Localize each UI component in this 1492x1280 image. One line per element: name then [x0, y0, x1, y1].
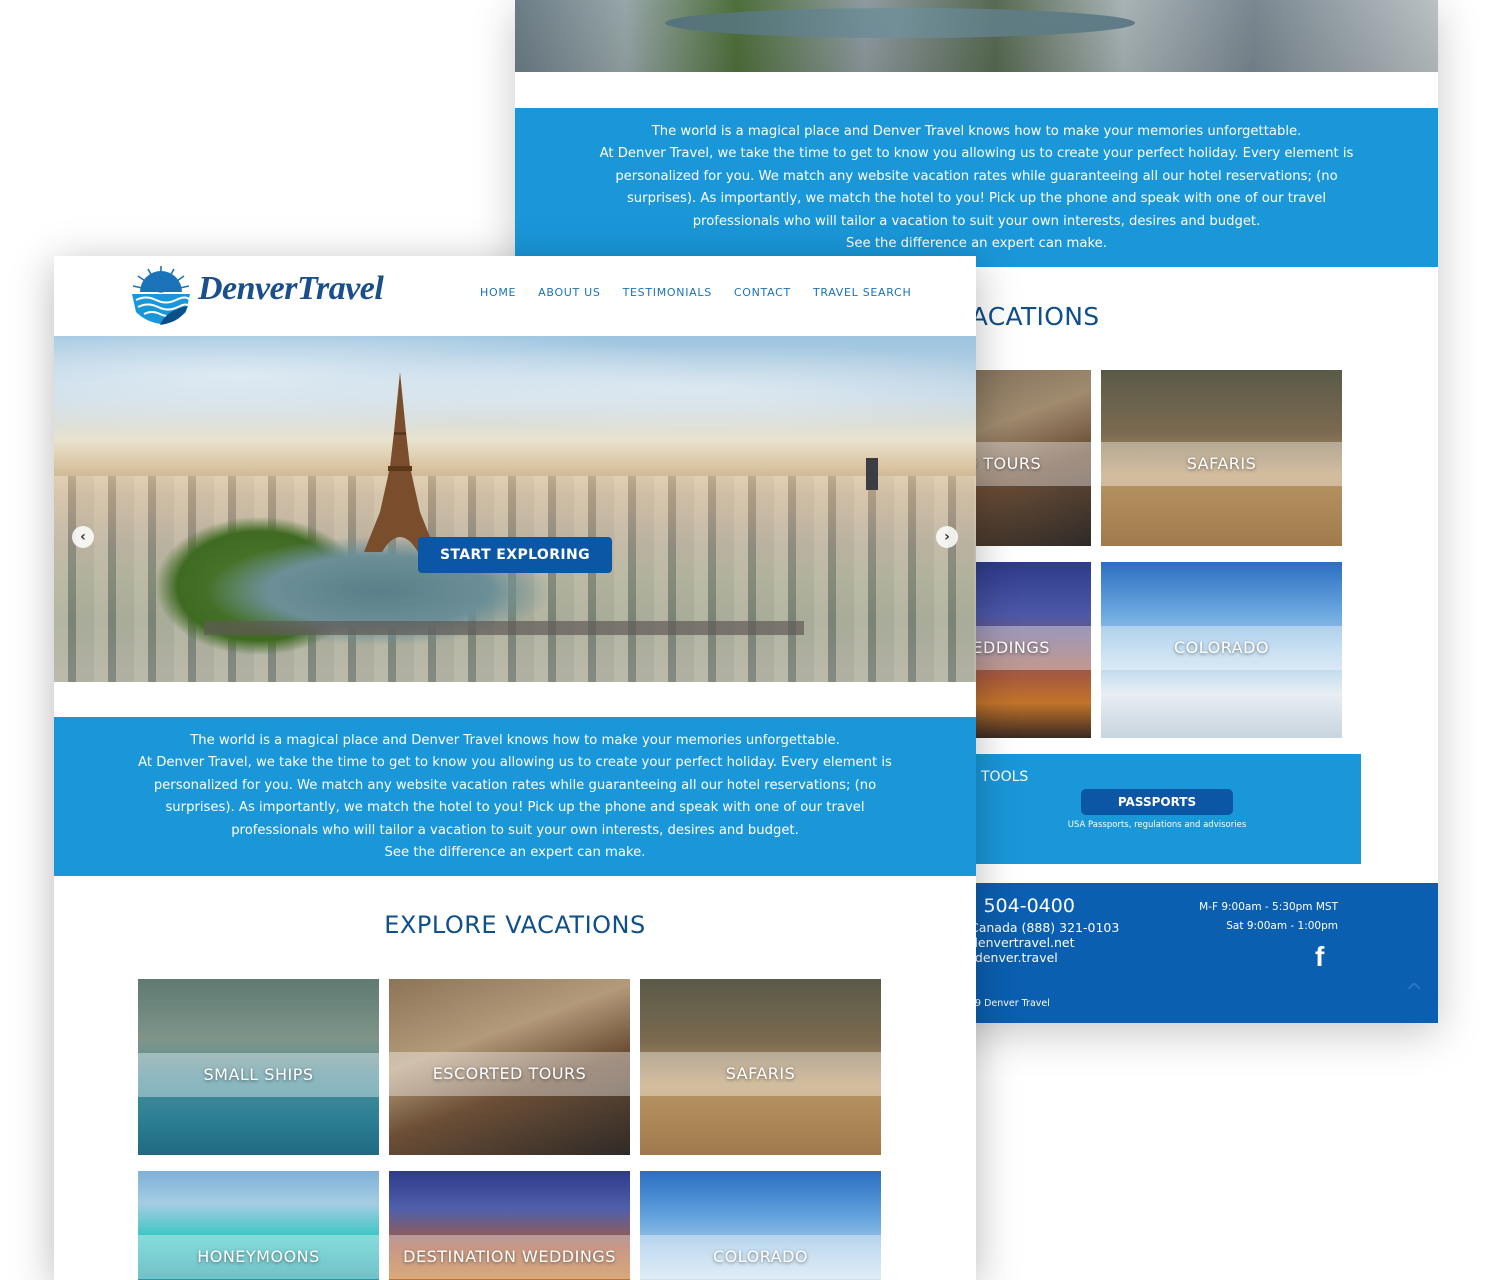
section-title: VACATIONS [955, 302, 1100, 331]
nav-item-contact[interactable]: CONTACT [734, 286, 791, 299]
hero-sky [54, 336, 976, 466]
start-exploring-button[interactable]: START EXPLORING [418, 537, 612, 573]
footer-copyright: 9 Denver Travel [975, 998, 1050, 1009]
footer-hours-saturday: Sat 9:00am - 1:00pm [1226, 920, 1338, 932]
hero-image-strip [515, 0, 1438, 72]
river-shape [665, 8, 1135, 38]
tile-label: SAFARIS [640, 1052, 881, 1096]
hero-slider: ‹ › START EXPLORING [54, 336, 976, 682]
tile-label: HONEYMOONS [138, 1235, 379, 1279]
vacation-tile-safaris[interactable]: SAFARIS [640, 979, 881, 1155]
slider-prev-icon[interactable]: ‹ [72, 526, 94, 548]
vacation-tile-small-ships[interactable]: SMALL SHIPS [138, 979, 379, 1155]
front-page-screenshot: DenverTravel HOME ABOUT US TESTIMONIALS … [54, 256, 976, 1280]
passports-button[interactable]: PASSPORTS [1081, 789, 1233, 815]
site-header: DenverTravel HOME ABOUT US TESTIMONIALS … [54, 256, 976, 336]
tools-label: TOOLS [981, 769, 1029, 785]
tile-label: ESCORTED TOURS [389, 1052, 630, 1096]
tile-label: DESTINATION WEDDINGS [389, 1235, 630, 1279]
vacation-tile-safaris[interactable]: SAFARIS [1101, 370, 1342, 546]
brand-logo-text[interactable]: DenverTravel [198, 270, 384, 308]
tile-label: COLORADO [1101, 626, 1342, 670]
intro-line-3: See the difference an expert can make. [384, 845, 646, 861]
logo-icon[interactable] [130, 262, 192, 328]
intro-line-1: The world is a magical place and Denver … [651, 124, 1302, 139]
passports-description: USA Passports, regulations and advisorie… [1067, 820, 1247, 830]
nav-item-about-us[interactable]: ABOUT US [538, 286, 600, 299]
nav-item-travel-search[interactable]: TRAVEL SEARCH [813, 286, 911, 299]
travel-tools-panel: TOOLS PASSPORTS USA Passports, regulatio… [945, 754, 1361, 864]
footer-phone[interactable]: ) 504-0400 [970, 895, 1075, 917]
hero-skyscraper [866, 458, 878, 490]
nav-item-testimonials[interactable]: TESTIMONIALS [623, 286, 712, 299]
nav-item-home[interactable]: HOME [480, 286, 516, 299]
tile-label: COLORADO [640, 1235, 881, 1279]
footer-hours-weekday: M-F 9:00am - 5:30pm MST [1199, 901, 1338, 913]
slider-next-icon[interactable]: › [936, 526, 958, 548]
section-title: EXPLORE VACATIONS [384, 911, 646, 939]
eiffel-tower-icon [364, 372, 436, 552]
intro-line-1: The world is a magical place and Denver … [190, 733, 840, 748]
vacation-tile-colorado[interactable]: COLORADO [1101, 562, 1342, 738]
vacation-tile-honeymoons[interactable]: HONEYMOONS [138, 1171, 379, 1280]
tile-label: SAFARIS [1101, 442, 1342, 486]
footer-website[interactable]: tdenver.travel [970, 950, 1058, 965]
hero-bridge [204, 621, 804, 635]
footer-canada-phone[interactable]: Canada (888) 321-0103 [970, 920, 1119, 935]
facebook-icon[interactable]: f [1315, 941, 1324, 973]
vacation-tile-destination-weddings[interactable]: DESTINATION WEDDINGS [389, 1171, 630, 1280]
footer-email[interactable]: denvertravel.net [970, 935, 1075, 950]
vacation-tile-colorado[interactable]: COLORADO [640, 1171, 881, 1280]
main-nav: HOME ABOUT US TESTIMONIALS CONTACT TRAVE… [480, 286, 933, 299]
tile-label: SMALL SHIPS [138, 1053, 379, 1097]
intro-line-2: At Denver Travel, we take the time to ge… [138, 755, 892, 838]
brand-word-2: Travel [296, 270, 384, 307]
back-to-top-icon[interactable]: ^ [1405, 980, 1423, 1005]
vacation-tile-escorted-tours[interactable]: ESCORTED TOURS [389, 979, 630, 1155]
brand-word-1: Denver [198, 270, 297, 307]
intro-banner: The world is a magical place and Denver … [515, 108, 1438, 267]
intro-banner: The world is a magical place and Denver … [54, 717, 976, 876]
intro-line-3: See the difference an expert can make. [846, 236, 1107, 252]
intro-line-2: At Denver Travel, we take the time to ge… [599, 146, 1354, 229]
